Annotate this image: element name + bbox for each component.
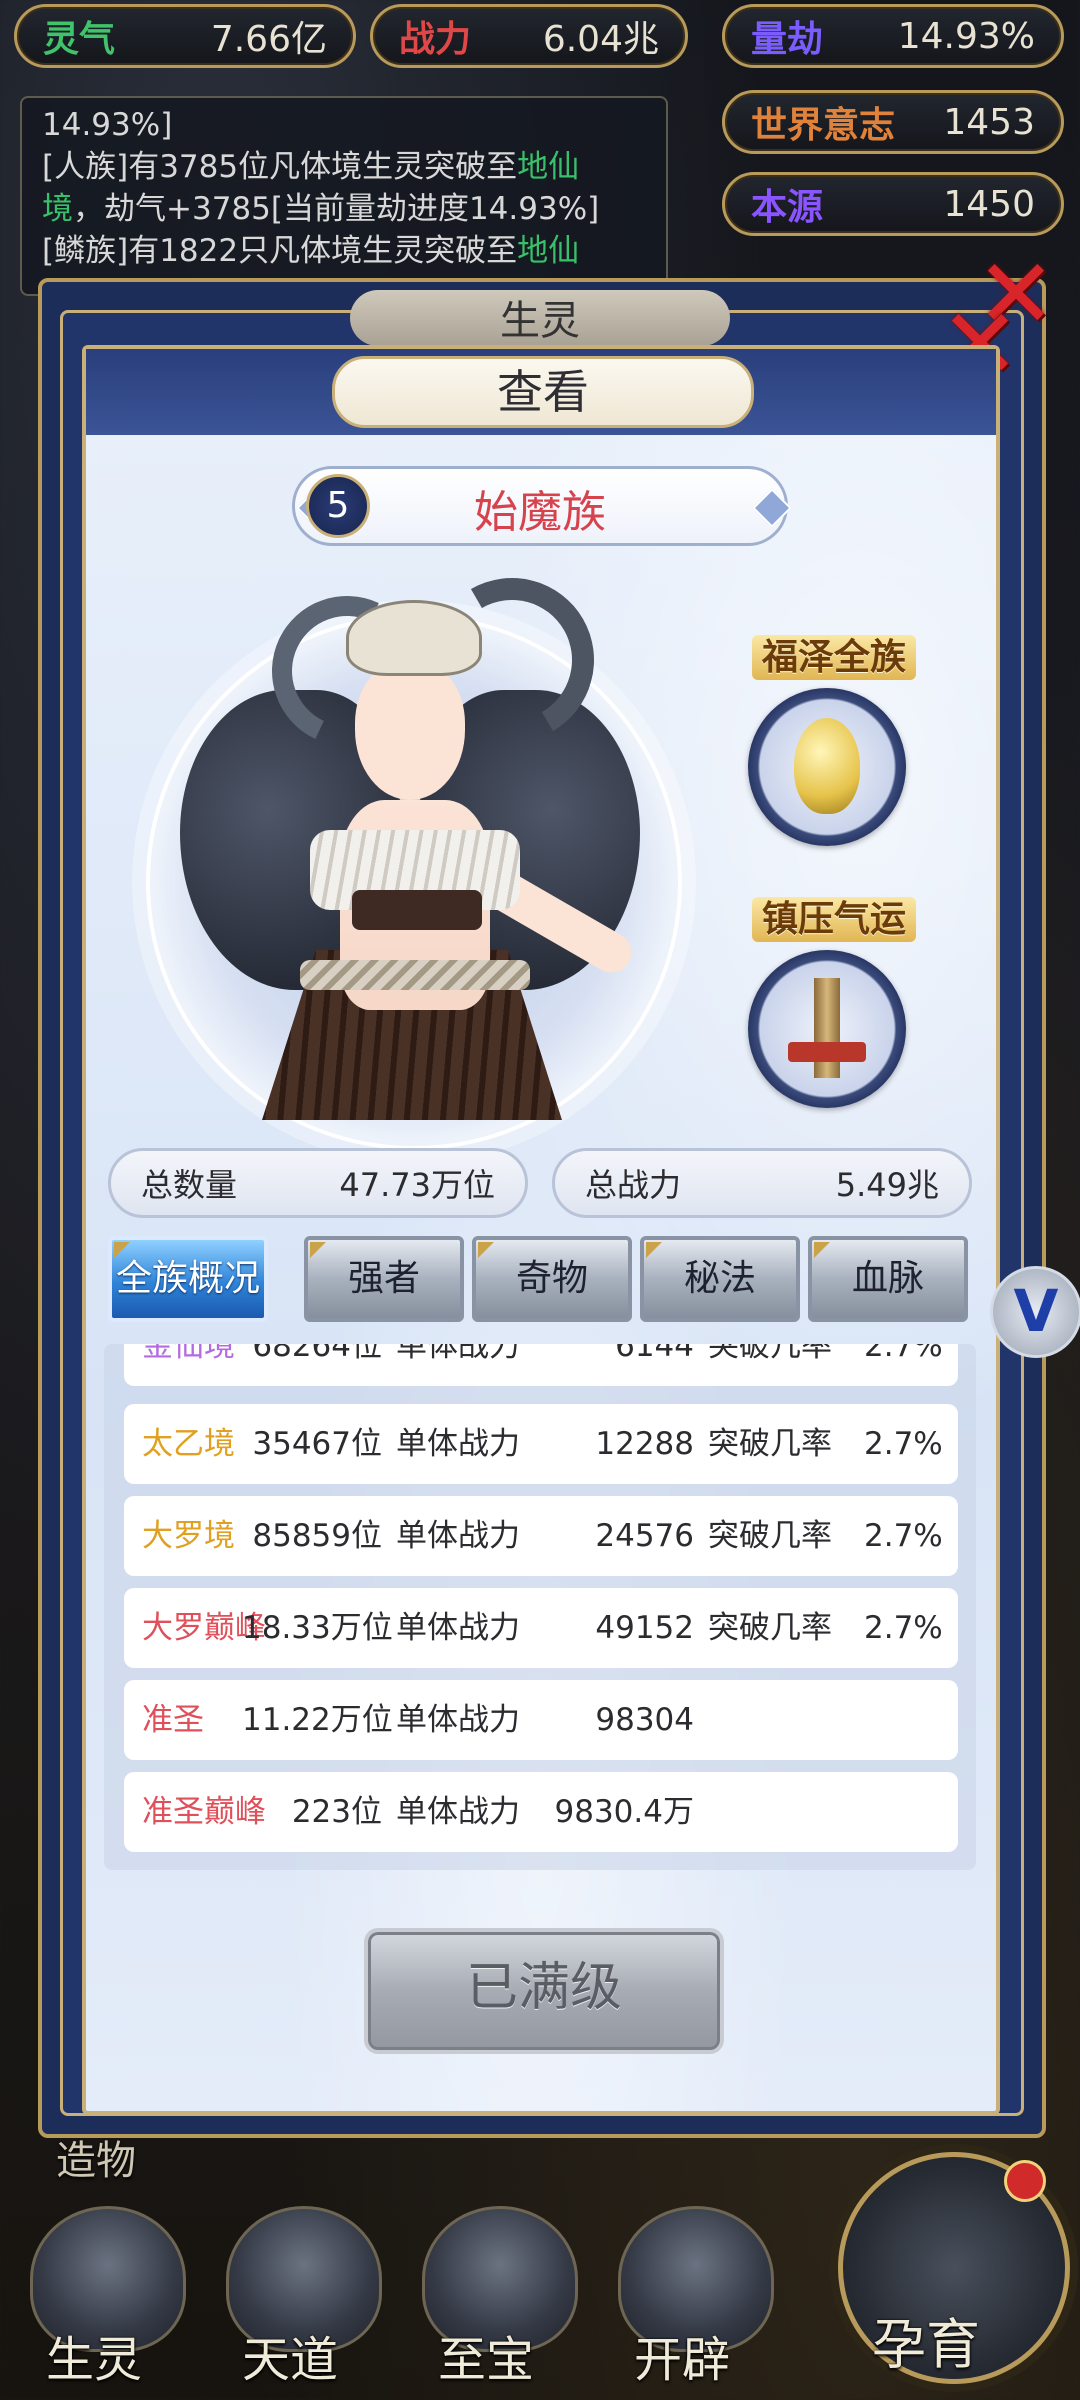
log-line-1: [人族]有3785位凡体境生灵突破至地仙 bbox=[42, 149, 580, 185]
log-line-3: [鳞族]有1822只凡体境生灵突破至地仙 bbox=[42, 233, 580, 269]
tab-bloodline[interactable]: 血脉 bbox=[808, 1236, 968, 1322]
blessing-medal[interactable] bbox=[748, 688, 906, 846]
stat-benyuan[interactable]: 本源 1450 bbox=[722, 172, 1064, 236]
side-v-button[interactable]: V bbox=[990, 1266, 1080, 1358]
table-row: 大罗境 85859位 单体战力 24576 突破几率 2.7% bbox=[124, 1496, 958, 1576]
total-count-label: 总数量 bbox=[141, 1166, 238, 1204]
stat-shijie[interactable]: 世界意志 1453 bbox=[722, 90, 1064, 154]
pillar-icon bbox=[814, 978, 840, 1078]
stat-shijie-label: 世界意志 bbox=[751, 105, 896, 146]
blessing-label: 福泽全族 bbox=[752, 628, 917, 680]
total-count-stat: 总数量 47.73万位 bbox=[108, 1148, 528, 1218]
gourd-icon bbox=[794, 718, 860, 814]
stat-benyuan-label: 本源 bbox=[751, 187, 824, 228]
stat-zhanli-label: 战力 bbox=[399, 19, 472, 60]
notification-dot-icon bbox=[1004, 2160, 1046, 2202]
stat-zhanli-value: 6.04兆 bbox=[542, 19, 659, 60]
stat-liangjie[interactable]: 量劫 14.93% bbox=[722, 4, 1064, 68]
char-top bbox=[352, 890, 482, 930]
event-log: 14.93%] [人族]有3785位凡体境生灵突破至地仙 境，劫气+3785[当… bbox=[20, 96, 668, 296]
background-panel-title: 生灵 bbox=[350, 290, 730, 346]
nav-beings[interactable]: 生灵 bbox=[46, 2320, 142, 2390]
tab-overview[interactable]: 全族概况 bbox=[108, 1236, 268, 1322]
stat-liangjie-label: 量劫 bbox=[751, 19, 824, 60]
race-index-badge: 5 bbox=[306, 474, 370, 538]
stat-lingqi-value: 7.66亿 bbox=[210, 19, 327, 60]
table-row: 太乙境 35467位 单体战力 12288 突破几率 2.7% bbox=[124, 1404, 958, 1484]
max-level-button[interactable]: 已满级 bbox=[364, 1928, 724, 2054]
total-power-stat: 总战力 5.49兆 bbox=[552, 1148, 972, 1218]
stat-zhanli: 战力 6.04兆 bbox=[370, 4, 688, 68]
total-count-value: 47.73万位 bbox=[339, 1166, 495, 1204]
dialog-title: 查看 bbox=[332, 356, 754, 428]
nurture-label[interactable]: 孕育 bbox=[872, 2300, 980, 2379]
log-line-0: 14.93%] bbox=[42, 107, 173, 143]
nav-heaven[interactable]: 天道 bbox=[242, 2320, 338, 2390]
table-row: 金仙境 68264位 单体战力 6144 突破几率 2.7% bbox=[124, 1344, 958, 1386]
suppress-label: 镇压气运 bbox=[752, 890, 917, 942]
stat-lingqi: 灵气 7.66亿 bbox=[14, 4, 356, 68]
race-name: 始魔族 bbox=[474, 487, 606, 538]
skull-helm-icon bbox=[346, 600, 482, 676]
nav-treasure[interactable]: 至宝 bbox=[438, 2320, 534, 2390]
stat-benyuan-value: 1450 bbox=[943, 183, 1035, 225]
total-power-label: 总战力 bbox=[585, 1166, 682, 1204]
table-row: 准圣巅峰 223位 单体战力 9830.4万 bbox=[124, 1772, 958, 1852]
stat-lingqi-label: 灵气 bbox=[43, 19, 116, 60]
tab-strong[interactable]: 强者 bbox=[304, 1236, 464, 1322]
nav-create[interactable]: 开辟 bbox=[634, 2320, 730, 2390]
total-power-value: 5.49兆 bbox=[835, 1166, 939, 1204]
create-label[interactable]: 造物 bbox=[56, 2128, 136, 2186]
tab-treasure[interactable]: 奇物 bbox=[472, 1236, 632, 1322]
table-row: 准圣 11.22万位 单体战力 98304 bbox=[124, 1680, 958, 1760]
tab-secret-arts[interactable]: 秘法 bbox=[640, 1236, 800, 1322]
realm-table[interactable]: 金仙境 68264位 单体战力 6144 突破几率 2.7% 太乙境 35467… bbox=[104, 1344, 976, 1870]
log-line-2: 境，劫气+3785[当前量劫进度14.93%] bbox=[42, 191, 600, 227]
stat-liangjie-value: 14.93% bbox=[897, 15, 1035, 57]
stat-shijie-value: 1453 bbox=[943, 101, 1035, 143]
suppress-medal[interactable] bbox=[748, 950, 906, 1108]
table-row: 大罗巅峰 18.33万位 单体战力 49152 突破几率 2.7% bbox=[124, 1588, 958, 1668]
char-belt bbox=[300, 960, 530, 990]
seal-base-icon bbox=[788, 1042, 866, 1062]
